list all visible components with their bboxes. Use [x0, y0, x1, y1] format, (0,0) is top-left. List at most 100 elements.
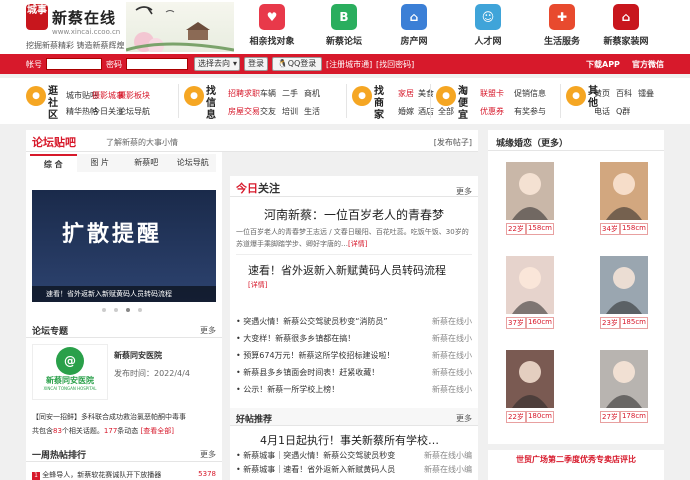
category-link[interactable]: 家居: [398, 88, 414, 99]
category-link[interactable]: 招聘求职: [228, 88, 260, 99]
category-link[interactable]: 房屋交易: [228, 106, 260, 117]
post-button[interactable]: [发布帖子]: [434, 137, 472, 148]
category-link[interactable]: Q群: [616, 106, 630, 117]
category-link[interactable]: 联盟卡: [480, 88, 504, 99]
height-badge: 185cm: [619, 317, 648, 329]
house-icon: ⌂: [401, 4, 427, 30]
hot-posts-more-link[interactable]: 更多: [456, 413, 472, 424]
qq-login-button[interactable]: 🐧QQ登录: [272, 57, 322, 71]
slide-dot[interactable]: [114, 308, 118, 312]
home-decor-icon: ⌂: [613, 4, 639, 30]
category-title[interactable]: 逛社区: [48, 86, 60, 122]
dating-profile-card[interactable]: 22岁 158cm: [506, 162, 554, 237]
category-link[interactable]: 有奖参与: [514, 106, 546, 117]
height-badge: 160cm: [525, 317, 554, 329]
forum-title[interactable]: 论坛贴吧: [32, 134, 76, 150]
category-link[interactable]: 优惠券: [480, 106, 504, 117]
bottom-banner[interactable]: 世贸广场第二季度优秀专卖店评比: [488, 450, 664, 480]
destination-select[interactable]: 选择去向 ▾: [194, 57, 240, 71]
cheap-icon: ●: [436, 86, 456, 106]
dating-profile-card[interactable]: 22岁 180cm: [506, 350, 554, 425]
chevron-down-icon: ▾: [232, 59, 237, 68]
list-item[interactable]: • 新蔡城事｜速看！省外返新入新赋黄码人员 新蔡在线小编: [236, 464, 472, 475]
category-link[interactable]: 酒店: [418, 106, 434, 117]
forum-header-extension: 了解新蔡的大事小情 [发布帖子]: [106, 130, 478, 152]
register-link[interactable]: [注册城市通]: [326, 59, 372, 70]
today-detail-link[interactable]: [详情]: [348, 240, 367, 248]
site-name[interactable]: 新蔡在线: [52, 7, 116, 28]
special-desc[interactable]: 【同安一招鲜】多科联合成功救治氯恶帕酮中毒事: [32, 412, 218, 422]
slide-dot[interactable]: [102, 308, 106, 312]
list-item[interactable]: • 新蔡县多乡镇面会时间表！赶紧收藏！ 新蔡在线小: [236, 367, 472, 378]
list-item[interactable]: • 突遇火情！新蔡公交驾驶员秒变“消防员” 新蔡在线小: [236, 316, 472, 327]
top-nav-0[interactable]: ♥ 相亲找对象: [240, 4, 304, 47]
age-badge: 22岁: [506, 411, 526, 423]
avatar: [506, 256, 554, 314]
category-link[interactable]: 摄影板块: [118, 90, 150, 101]
forum-tab[interactable]: 新蔡吧: [123, 154, 170, 172]
special-name[interactable]: 新蔡同安医院: [114, 350, 162, 361]
special-date: 发布时间：2022/4/4: [114, 369, 190, 378]
view-all-link[interactable]: [查看全部]: [141, 427, 174, 435]
site-logo[interactable]: 城事: [26, 4, 48, 30]
login-button[interactable]: 登录: [244, 57, 268, 71]
forum-tab[interactable]: 综 合: [30, 154, 77, 172]
category-link[interactable]: 生活: [304, 106, 320, 117]
top-nav-1[interactable]: B 新蔡论坛: [312, 4, 376, 47]
dating-profile-card[interactable]: 34岁 158cm: [600, 162, 648, 237]
forum-slide[interactable]: 扩散提醒 速看！省外返新入新赋黄码人员转码流程: [32, 190, 216, 302]
category-link[interactable]: 商机: [304, 88, 320, 99]
list-item[interactable]: • 公示！新蔡一所学校上榜！ 新蔡在线小: [236, 384, 472, 395]
header-banner-image: [126, 2, 234, 52]
list-item[interactable]: • 新蔡城事｜突遇火情！新蔡公交驾驶员秒变 新蔡在线小编: [236, 450, 472, 461]
category-link[interactable]: 促销信息: [514, 88, 546, 99]
today-headline[interactable]: 河南新蔡：一位百岁老人的青春梦: [264, 206, 444, 223]
category-link[interactable]: 婚嫁: [398, 106, 414, 117]
hospital-logo[interactable]: @ 新蔡同安医院 XINCAI TONGAN HOSPITAL: [32, 344, 108, 400]
dating-profile-card[interactable]: 27岁 178cm: [600, 350, 648, 425]
category-link[interactable]: 二手: [282, 88, 298, 99]
list-item[interactable]: • 预算674万元！新蔡这所学校招标建设啦！ 新蔡在线小: [236, 350, 472, 361]
top-nav-2[interactable]: ⌂ 房产网: [382, 4, 446, 47]
category-link[interactable]: 论坛导航: [118, 106, 150, 117]
category-link[interactable]: 黄页: [594, 88, 610, 99]
weekly-first-item[interactable]: 1 全蜂导人，新蔡软花赛诚队开下放播器: [32, 470, 161, 480]
forum-tab[interactable]: 论坛导航: [170, 154, 217, 172]
dating-title[interactable]: 城缘婚恋（更多）: [496, 136, 568, 149]
person-icon: ☺: [475, 4, 501, 30]
category-link[interactable]: 全部: [438, 106, 454, 117]
category-title[interactable]: 淘便宜: [458, 86, 470, 122]
password-input[interactable]: [126, 58, 188, 70]
category-link[interactable]: 车辆: [260, 88, 276, 99]
category-title[interactable]: 找信息: [206, 86, 218, 122]
top-nav-label: 房产网: [400, 37, 428, 47]
dating-profile-card[interactable]: 37岁 160cm: [506, 256, 554, 331]
download-app-link[interactable]: 下载APP: [586, 59, 620, 70]
hot-news-list: • 新蔡城事｜突遇火情！新蔡公交驾驶员秒变 新蔡在线小编 • 新蔡城事｜速看！省外返…: [230, 450, 478, 480]
list-item[interactable]: • 大变样！新蔡很多乡镇都在搞！ 新蔡在线小: [236, 333, 472, 344]
category-link[interactable]: 培训: [282, 106, 298, 117]
top-nav-4[interactable]: ✚ 生活服务: [530, 4, 594, 47]
forgot-password-link[interactable]: [找回密码]: [376, 59, 414, 70]
hot-headline[interactable]: 4月1日起执行！事关新蔡所有学校…: [260, 432, 439, 448]
category-title[interactable]: 找商家: [374, 86, 386, 122]
today-detail-link-2[interactable]: [详情]: [248, 280, 267, 290]
slide-dot[interactable]: [138, 308, 142, 312]
wechat-link[interactable]: 官方微信: [632, 59, 664, 70]
today-headline-2[interactable]: 速看！省外返新入新赋黄码人员转码流程: [248, 262, 446, 278]
dating-profile-card[interactable]: 23岁 185cm: [600, 256, 648, 331]
category-link[interactable]: 镭叠: [638, 88, 654, 99]
category-link[interactable]: 交友: [260, 106, 276, 117]
top-nav-label: 人才网: [474, 37, 502, 47]
slide-dot[interactable]: [126, 308, 130, 312]
forum-tab[interactable]: 图 片: [77, 154, 124, 172]
category-link[interactable]: 电话: [594, 106, 610, 117]
category-link[interactable]: 美食: [418, 88, 434, 99]
weekly-more-link[interactable]: 更多: [200, 449, 216, 460]
special-more-link[interactable]: 更多: [200, 325, 216, 336]
top-nav-5[interactable]: ⌂ 新蔡家装网: [594, 4, 658, 47]
category-link[interactable]: 百科: [616, 88, 632, 99]
account-input[interactable]: [46, 58, 102, 70]
top-nav-3[interactable]: ☺ 人才网: [456, 4, 520, 47]
age-badge: 23岁: [600, 317, 620, 329]
